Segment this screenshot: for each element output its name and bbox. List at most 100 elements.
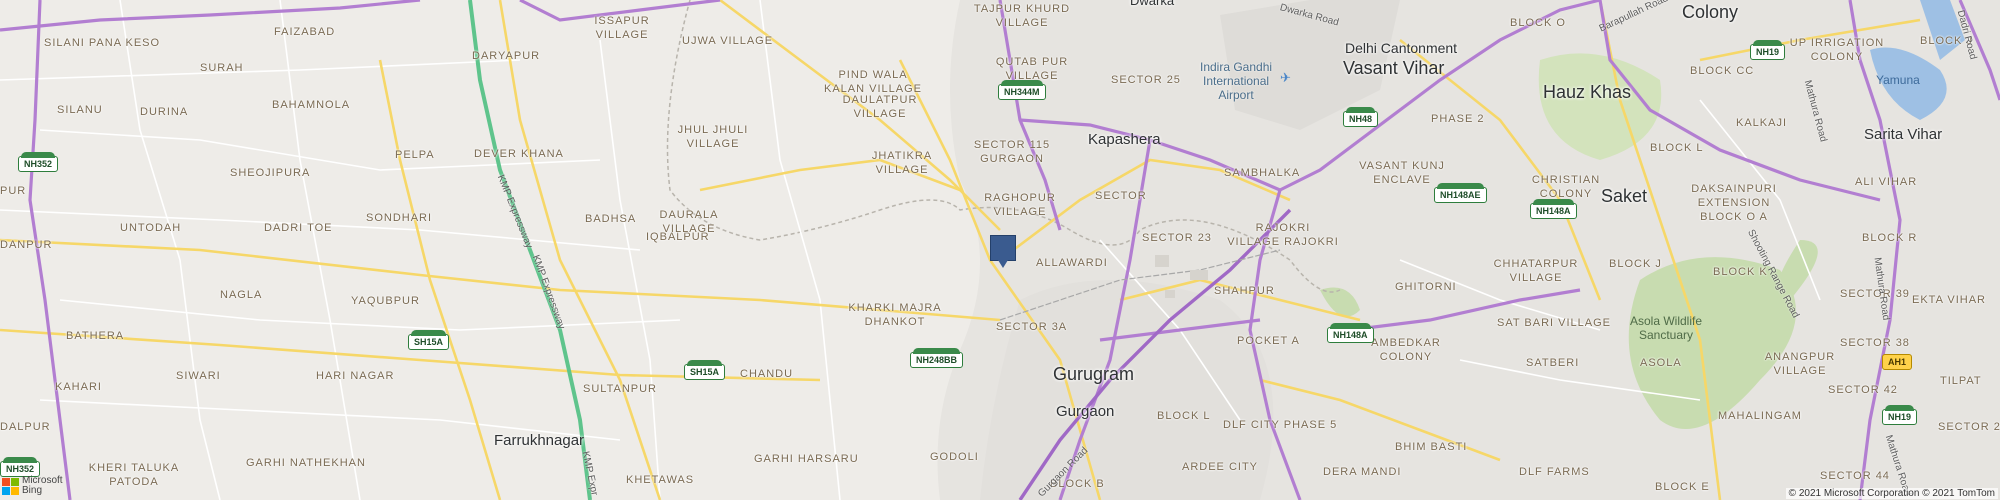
label-asola: ASOLA: [1640, 357, 1682, 369]
label-durina: DURINA: [140, 106, 189, 118]
label-bhim-basti: BHIM BASTI: [1395, 441, 1468, 453]
label-ekta-vihar: EKTA VIHAR: [1912, 294, 1986, 306]
label-chandu: CHANDU: [740, 368, 794, 380]
label-allawardi: ALLAWARDI: [1036, 257, 1108, 269]
location-marker-pin[interactable]: [990, 235, 1016, 268]
label-nagla: NAGLA: [220, 289, 263, 301]
label-patoda: PATODA: [109, 476, 159, 488]
label-daulatpur: DAULATPUR: [842, 94, 918, 106]
shield-sh15a-b: SH15A: [684, 360, 726, 380]
label-kheri-taluka: KHERI TALUKA: [88, 462, 180, 474]
label-pind-wala: PIND WALA: [838, 69, 908, 81]
town-gurgaon: Gurgaon: [1056, 403, 1115, 420]
label-ardee-city: ARDEE CITY: [1182, 461, 1259, 473]
shield-nh148ae: NH148AE: [1434, 183, 1487, 203]
label-enclave: ENCLAVE: [1373, 174, 1431, 186]
city-hauz-khas: Hauz Khas: [1543, 82, 1632, 102]
label-kalkaji: KALKAJI: [1736, 117, 1788, 129]
label-sector-115-gurgaon: GURGAON: [980, 153, 1044, 165]
label-untodah: UNTODAH: [120, 222, 182, 234]
label-chhatarpur-village: VILLAGE: [1509, 272, 1563, 284]
label-tajpur-village: VILLAGE: [995, 17, 1049, 29]
town-dwarka: Dwarka: [1130, 0, 1175, 8]
map-canvas[interactable]: Vasant Vihar Hauz Khas Saket Gurugram Fa…: [0, 0, 2000, 500]
shield-nh148a-a: NH148A: [1530, 199, 1577, 219]
label-dhankot: DHANKOT: [864, 316, 926, 328]
label-christian: CHRISTIAN: [1531, 174, 1601, 186]
copyright-notice: © 2021 Microsoft Corporation © 2021 TomT…: [1785, 488, 1998, 499]
label-extension: EXTENSION: [1697, 197, 1771, 209]
label-ambedkar: AMBEDKAR: [1371, 337, 1441, 349]
label-pelpa: PELPA: [395, 149, 435, 161]
label-block-o: BLOCK O: [1510, 17, 1566, 29]
label-daurala-village: VILLAGE: [662, 223, 716, 235]
town-kapashera: Kapashera: [1088, 131, 1161, 148]
label-dalpur: DALPUR: [0, 421, 51, 433]
label-block-l-right: BLOCK L: [1650, 142, 1704, 154]
label-pur: PUR: [0, 185, 27, 197]
label-issapur-village: VILLAGE: [595, 29, 649, 41]
label-silani-pana-keso: SILANI PANA KESO: [44, 37, 161, 49]
label-jhatikra: JHATIKRA: [871, 150, 933, 162]
bing-logo-line2: Bing: [22, 485, 43, 496]
label-hari-nagar: HARI NAGAR: [316, 370, 395, 382]
label-tajpur-khurd: TAJPUR KHURD: [973, 3, 1071, 15]
bing-logo[interactable]: Microsoft Bing: [2, 476, 63, 496]
shield-nh344m: NH344M: [998, 80, 1046, 100]
label-sondhari: SONDHARI: [366, 212, 433, 224]
label-sector-44: SECTOR 44: [1820, 470, 1890, 482]
label-block-o-a: BLOCK O A: [1700, 211, 1768, 223]
park-label-asola[interactable]: Asola Wildlife Sanctuary: [1630, 314, 1702, 342]
label-silanu: SILANU: [57, 104, 103, 116]
label-bahamnola: BAHAMNOLA: [272, 99, 351, 111]
shield-nh48: NH48: [1343, 107, 1379, 127]
label-block-r: BLOCK R: [1862, 232, 1918, 244]
label-garhi-nathekhan: GARHI NATHEKHAN: [246, 457, 366, 469]
label-ghitorni: GHITORNI: [1395, 281, 1457, 293]
label-ujwa-village: UJWA VILLAGE: [682, 35, 774, 47]
label-sector-23: SECTOR 23: [1142, 232, 1212, 244]
label-sector-38: SECTOR 38: [1840, 337, 1910, 349]
label-qutab-pur: QUTAB PUR: [995, 56, 1069, 68]
shield-nh148a-b: NH148A: [1327, 323, 1374, 343]
microsoft-logo-icon: [2, 477, 19, 495]
label-jhul-jhuli: JHUL JHULI: [677, 124, 749, 136]
label-kharki-majra: KHARKI MAJRA: [848, 302, 942, 314]
label-garhi-harsaru: GARHI HARSARU: [754, 453, 859, 465]
label-khetawas: KHETAWAS: [626, 474, 695, 486]
label-danpur: DANPUR: [0, 239, 53, 251]
label-shahpur: SHAHPUR: [1214, 285, 1275, 297]
label-daryapur: DARYAPUR: [472, 50, 541, 62]
label-daulatpur-village: VILLAGE: [853, 108, 907, 120]
city-saket: Saket: [1601, 186, 1648, 206]
label-daurala: DAURALA: [659, 209, 719, 221]
shield-ah1: AH1: [1882, 354, 1913, 370]
label-sector-42: SECTOR 42: [1828, 384, 1898, 396]
label-sat-bari: SAT BARI VILLAGE: [1497, 317, 1612, 329]
shield-nh352-a: NH352: [18, 152, 59, 172]
water-label-yamuna: Yamuna: [1876, 73, 1920, 87]
label-faizabad: FAIZABAD: [274, 26, 336, 38]
label-pocket-a: POCKET A: [1237, 335, 1300, 347]
label-jhul-village: VILLAGE: [686, 138, 740, 150]
label-mahalingam: MAHALINGAM: [1718, 410, 1802, 422]
shield-nh19-a: NH19: [1750, 40, 1786, 60]
label-sultanpur: SULTANPUR: [583, 383, 657, 395]
label-vasant-kunj: VASANT KUNJ: [1359, 160, 1445, 172]
city-vasant-vihar: Vasant Vihar: [1343, 58, 1445, 78]
label-daksainpuri: DAKSAINPURI: [1691, 183, 1777, 195]
town-sarita-vihar: Sarita Vihar: [1864, 126, 1943, 143]
label-sector-39: SECTOR 39: [1840, 288, 1910, 300]
label-badhsa: BADHSA: [585, 213, 637, 225]
label-bathera: BATHERA: [66, 330, 125, 342]
label-block-cc: BLOCK CC: [1690, 65, 1755, 77]
label-rajokri: RAJOKRI: [1255, 222, 1311, 234]
label-block-k: BLOCK K: [1713, 266, 1768, 278]
label-raghopur-village: VILLAGE: [993, 206, 1047, 218]
label-dever-khana: DEVER KHANA: [474, 148, 564, 160]
label-dera-mandi: DERA MANDI: [1323, 466, 1402, 478]
label-surah: SURAH: [200, 62, 244, 74]
poi-airport[interactable]: Indira Gandhi International Airport: [1200, 60, 1272, 102]
label-sector-115: SECTOR 115: [973, 139, 1051, 151]
label-godoli: GODOLI: [930, 451, 979, 463]
